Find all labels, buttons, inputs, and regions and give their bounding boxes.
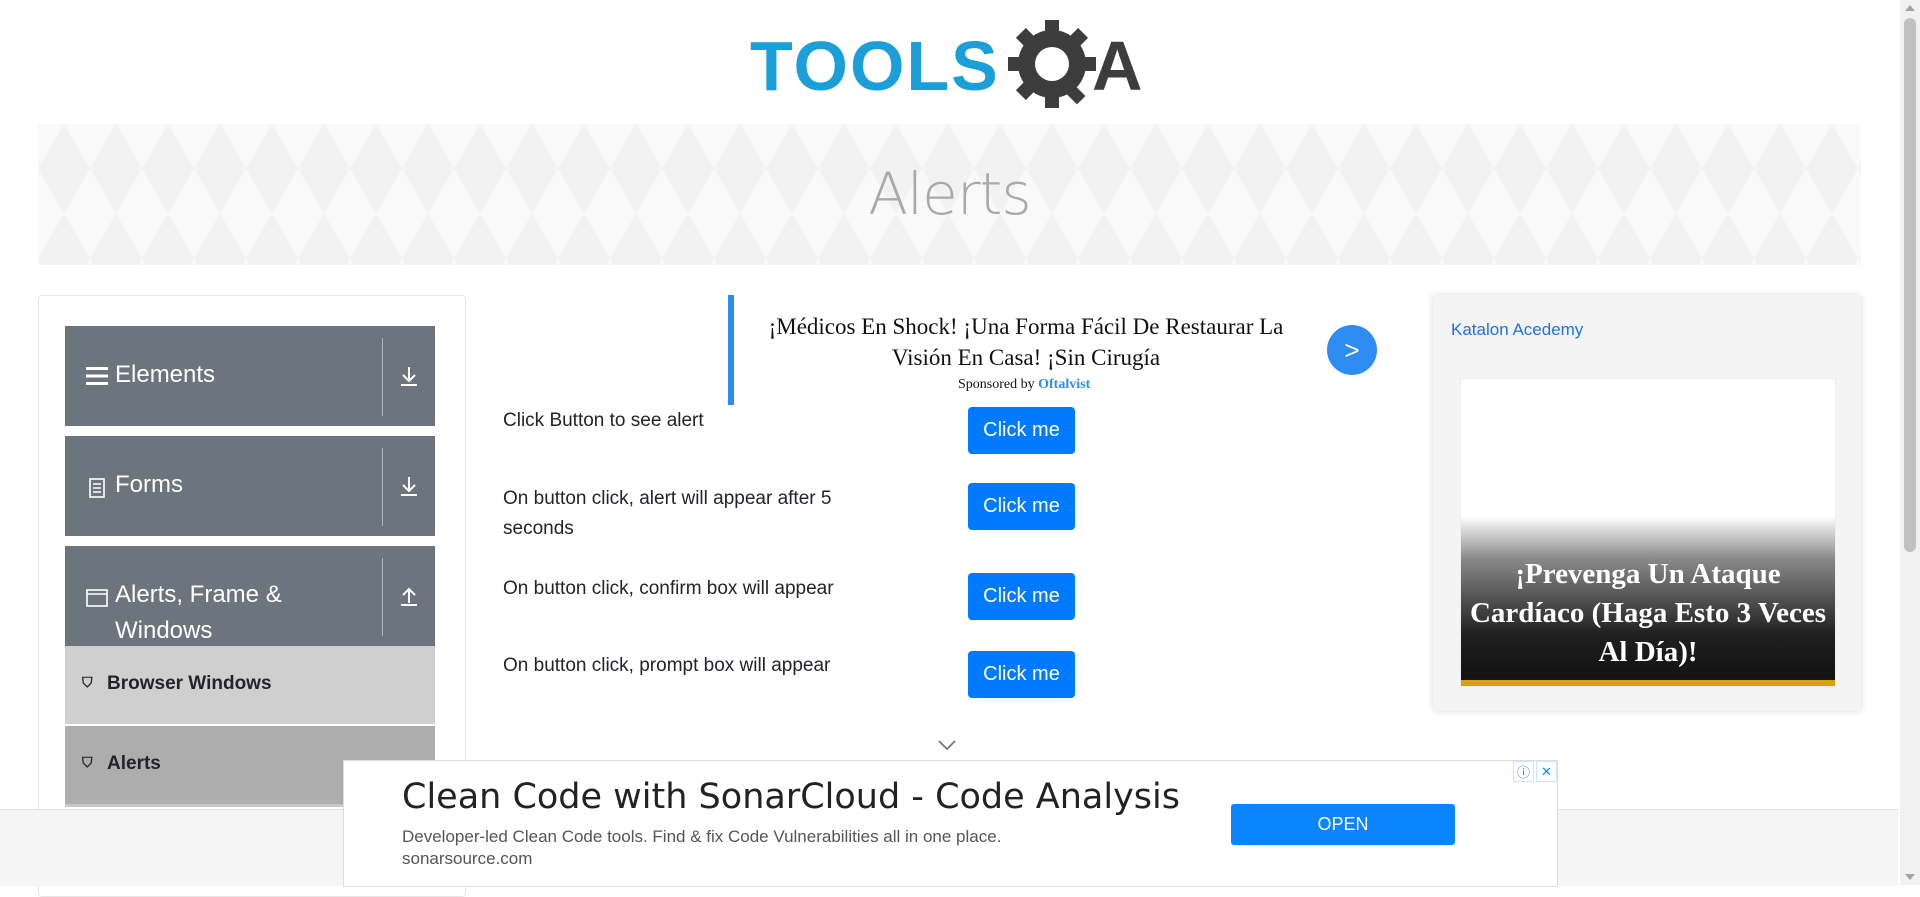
sidebar-item-label: Browser Windows [107, 673, 272, 694]
logo-text-a: A [1092, 27, 1143, 105]
alert-row-label: Click Button to see alert [503, 410, 704, 431]
sidebar-group-forms[interactable]: Forms [65, 436, 435, 536]
scrollbar-thumb[interactable] [1904, 18, 1916, 552]
ad-accent-bar [728, 295, 734, 405]
confirm-button[interactable]: Click me [968, 573, 1075, 620]
sidebar-group-label: Elements [115, 361, 216, 388]
upload-arrow-icon[interactable] [393, 580, 425, 612]
chevron-down-icon[interactable] [935, 738, 959, 757]
sidebar-ad[interactable]: Katalon Acedemy ¡Prevenga Un Ataque Card… [1433, 295, 1861, 711]
toolsqa-logo[interactable]: TOOLS A [750, 18, 1160, 114]
download-arrow-icon[interactable] [393, 470, 425, 502]
timer-alert-button[interactable]: Click me [968, 483, 1075, 530]
bottom-ad-title[interactable]: Clean Code with SonarCloud - Code Analys… [402, 777, 1180, 817]
document-icon [85, 476, 109, 500]
html5-icon: ⛉ [82, 674, 93, 690]
sidebar-item-browser-windows[interactable]: ⛉ Browser Windows [65, 646, 435, 724]
ad-image[interactable]: ¡Prevenga Un Ataque Cardíaco (Haga Esto … [1460, 378, 1836, 687]
page-scrollbar[interactable] [1900, 0, 1920, 885]
ad-go-button[interactable]: > [1327, 325, 1377, 375]
sponsored-ad[interactable]: ¡Médicos En Shock! ¡Una Forma Fácil De R… [728, 295, 1382, 405]
prompt-row-label: On button click, prompt box will appear [503, 655, 831, 676]
confirm-row-label: On button click, confirm box will appear [503, 578, 834, 599]
scroll-up-arrow-icon[interactable] [1905, 5, 1915, 11]
download-arrow-icon[interactable] [393, 360, 425, 392]
prompt-button[interactable]: Click me [968, 651, 1075, 698]
sidebar-item-label: Alerts [107, 753, 161, 774]
ad-image-caption: ¡Prevenga Un Ataque Cardíaco (Haga Esto … [1469, 558, 1827, 668]
gear-magnifier-icon [1008, 20, 1096, 108]
info-icon[interactable]: ⓘ [1513, 761, 1534, 782]
sidebar-group-elements[interactable]: Elements [65, 326, 435, 426]
bottom-ad-url[interactable]: sonarsource.com [402, 849, 532, 869]
bottom-ad-open-button[interactable]: OPEN [1231, 804, 1455, 845]
window-icon [85, 586, 109, 610]
page-title: Alerts [868, 160, 1031, 228]
html5-icon: ⛉ [82, 754, 93, 770]
sidebar-group-alerts-frame-windows[interactable]: Alerts, Frame & Windows [65, 546, 435, 646]
scroll-down-arrow-icon[interactable] [1905, 874, 1915, 880]
close-icon[interactable]: ✕ [1536, 761, 1557, 782]
ad-sponsor-line: Sponsored by Oftalvist [958, 377, 1091, 392]
logo-text-tools: TOOLS [750, 27, 1000, 105]
katalon-ad-link[interactable]: Katalon Acedemy [1451, 320, 1583, 340]
bottom-ad-description: Developer-led Clean Code tools. Find & f… [402, 827, 1002, 846]
bottom-banner-ad[interactable]: Clean Code with SonarCloud - Code Analys… [343, 760, 1558, 887]
timer-alert-row-label: On button click, alert will appear after… [503, 488, 832, 539]
sidebar-group-label: Alerts, Frame & Windows [115, 581, 282, 644]
page-banner: Alerts [38, 124, 1861, 265]
ad-choices[interactable]: ⓘ ✕ [1513, 761, 1557, 782]
sidebar-group-label: Forms [115, 471, 183, 498]
ad-sponsor-link[interactable]: Oftalvist [1038, 377, 1090, 392]
alert-button[interactable]: Click me [968, 407, 1075, 454]
ad-headline[interactable]: ¡Médicos En Shock! ¡Una Forma Fácil De R… [746, 311, 1306, 373]
hamburger-icon [85, 364, 109, 388]
